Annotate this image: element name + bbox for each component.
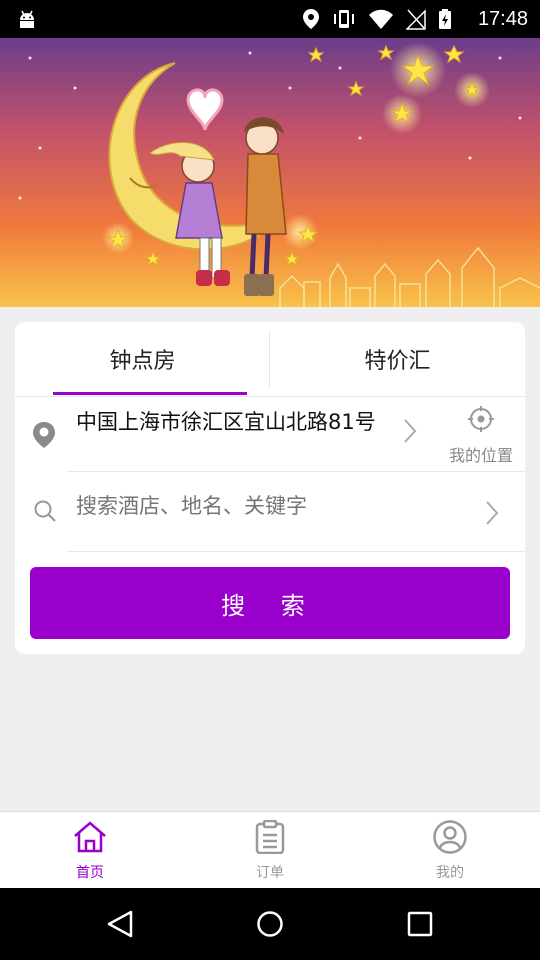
tab-label: 特价汇 [364,349,431,374]
nav-label: 我的 [436,865,464,881]
nav-profile[interactable]: 我的 [360,812,540,889]
wifi-icon [368,8,394,34]
home-icon [72,820,108,858]
search-card: 钟点房 特价汇 中国上海市徐汇区宜山北路81号 我的位置 搜索酒店、地名、关键字… [15,322,525,654]
tab-special-deals[interactable]: 特价汇 [270,322,525,396]
search-input[interactable] [76,494,456,518]
banner-illustration[interactable] [0,38,540,307]
tab-bar: 钟点房 特价汇 [15,322,525,397]
current-address: 中国上海市徐汇区宜山北路81号 [76,410,376,434]
system-navigation-bar [0,888,540,960]
profile-icon [432,820,468,858]
divider [67,551,525,552]
recent-apps-icon[interactable] [407,911,433,941]
selected-tab-indicator [53,392,247,395]
battery-charging-icon [438,8,452,34]
android-icon [16,8,38,34]
chevron-right-icon[interactable] [403,418,417,448]
my-location-label: 我的位置 [448,446,513,465]
clipboard-icon [252,819,288,858]
location-status-icon [302,8,320,34]
search-button[interactable]: 搜 索 [30,567,510,639]
tab-hourly-room[interactable]: 钟点房 [15,322,270,396]
status-bar: 17:48 [0,0,540,38]
chevron-right-icon[interactable] [485,500,499,530]
location-row[interactable]: 中国上海市徐汇区宜山北路81号 我的位置 [15,396,525,472]
map-pin-icon [31,420,57,454]
locate-crosshair-icon [468,406,494,436]
my-location-button[interactable]: 我的位置 [445,406,517,466]
tab-label: 钟点房 [109,349,176,374]
nav-label: 订单 [256,865,284,881]
vibrate-icon [332,8,356,34]
nav-home[interactable]: 首页 [0,812,180,889]
search-row[interactable] [15,472,525,552]
status-time: 17:48 [477,8,528,30]
home-circle-icon[interactable] [256,910,284,942]
no-signal-icon [405,8,426,34]
search-icon [33,499,57,527]
back-icon[interactable] [106,909,134,943]
nav-label: 首页 [76,865,104,881]
bottom-navigation: 首页 订单 我的 [0,811,540,889]
nav-orders[interactable]: 订单 [180,812,360,889]
